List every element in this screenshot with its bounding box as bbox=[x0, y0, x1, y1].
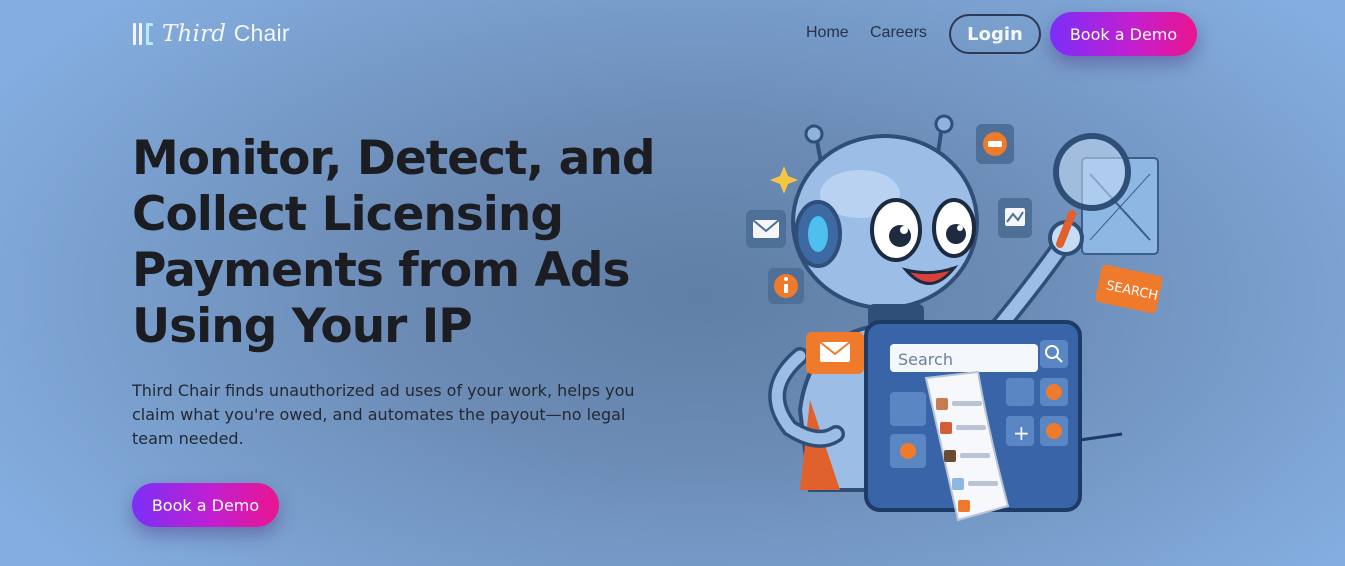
tablet-screen: Search + bbox=[864, 320, 1082, 522]
logo-mark-icon bbox=[132, 21, 154, 47]
chat-icon bbox=[976, 124, 1014, 164]
nav-link-careers[interactable]: Careers bbox=[870, 24, 927, 42]
sparkle-icon bbox=[770, 166, 798, 194]
nav-link-home[interactable]: Home bbox=[806, 24, 849, 42]
mail-icon bbox=[746, 210, 786, 248]
envelope-bubble-icon bbox=[806, 332, 864, 374]
search-tag: SEARCH bbox=[1095, 264, 1163, 314]
hero-title: Monitor, Detect, and Collect Licensing P… bbox=[132, 131, 655, 354]
info-icon bbox=[768, 268, 804, 304]
brand-name-italic: Third bbox=[162, 21, 227, 47]
brand-name-regular: Chair bbox=[233, 20, 290, 46]
top-navbar: Third Chair Home Careers Login Book a De… bbox=[0, 0, 1345, 70]
plus-icon: + bbox=[1013, 421, 1030, 445]
book-demo-button-hero[interactable]: Book a Demo bbox=[132, 483, 279, 527]
image-icon bbox=[998, 198, 1032, 238]
brand-logo[interactable]: Third Chair bbox=[132, 20, 290, 47]
robot-illustration: SEARCH Search + bbox=[746, 114, 1163, 522]
hero-subtitle: Third Chair finds unauthorized ad uses o… bbox=[132, 381, 635, 448]
login-button[interactable]: Login bbox=[949, 14, 1041, 54]
brand-name: Third Chair bbox=[162, 20, 290, 47]
book-demo-button-nav[interactable]: Book a Demo bbox=[1050, 12, 1197, 56]
illus-search-placeholder: Search bbox=[898, 350, 953, 369]
